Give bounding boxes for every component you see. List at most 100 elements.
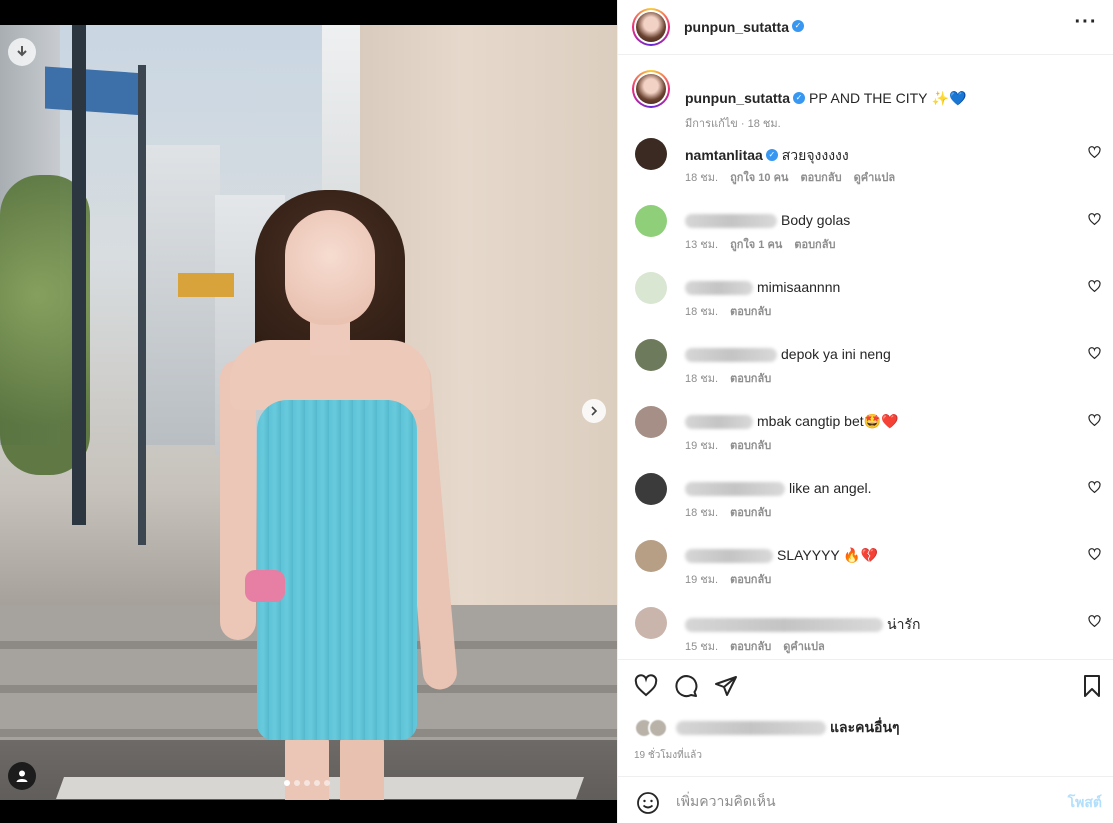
comment-text: SLAYYYY 🔥💔 (777, 547, 879, 563)
smiley-icon[interactable] (636, 791, 660, 815)
comment-item: depok ya ini neng 18 ชม. ตอบกลับ (632, 339, 1102, 395)
download-arrow-icon[interactable] (8, 38, 36, 66)
comment-item: SLAYYYY 🔥💔 19 ชม. ตอบกลับ (632, 540, 1102, 596)
comment-item: mbak cangtip bet🤩❤️ 19 ชม. ตอบกลับ (632, 406, 1102, 462)
caption-text: PP AND THE CITY (809, 90, 928, 106)
see-translation-button[interactable]: ดูคำแปล (854, 168, 896, 186)
reply-button[interactable]: ตอบกลับ (794, 235, 835, 253)
blurred-username[interactable] (685, 281, 753, 296)
subject-leg (285, 730, 329, 800)
avatar[interactable] (632, 70, 670, 108)
comment-text: depok ya ini neng (781, 346, 891, 362)
comments-list[interactable]: punpun_sutatta ✓ PP AND THE CITY ✨💙 มีการแก… (618, 56, 1113, 658)
comment-time[interactable]: 18 ชม. (685, 168, 718, 186)
subject-leg (340, 730, 384, 800)
comment-text: Body golas (781, 212, 851, 228)
comment-body: depok ya ini neng (685, 346, 891, 363)
comment-username[interactable]: namtanlitaa (685, 147, 763, 163)
comment-input[interactable] (676, 789, 1046, 813)
street-sign (45, 66, 145, 116)
avatar[interactable] (635, 473, 667, 505)
carousel-dot-active (284, 780, 290, 786)
blurred-username[interactable] (685, 214, 777, 229)
user-tag-icon[interactable] (8, 762, 36, 790)
blurred-username[interactable] (685, 415, 753, 430)
comment-like-count[interactable]: ถูกใจ 10 คน (730, 168, 788, 186)
comment-item: Body golas 13 ชม. ถูกใจ 1 คน ตอบกลับ (632, 205, 1102, 261)
post-media-image[interactable] (0, 25, 617, 800)
avatar[interactable] (635, 339, 667, 371)
avatar[interactable] (635, 540, 667, 572)
verified-badge-icon: ✓ (765, 149, 778, 162)
comment-text: น่ารัก (887, 616, 921, 632)
avatar[interactable] (632, 8, 670, 46)
reply-button[interactable]: ตอบกลับ (730, 436, 771, 454)
paper-plane-icon[interactable] (714, 674, 740, 700)
avatar[interactable] (635, 406, 667, 438)
post-caption: punpun_sutatta ✓ PP AND THE CITY ✨💙 มีการแก… (632, 70, 1102, 130)
comment-time[interactable]: 15 ชม. (685, 637, 718, 655)
blurred-liker-name (676, 721, 826, 735)
comment-time[interactable]: 18 ชม. (685, 369, 718, 387)
likes-suffix: และคนอื่นๆ (830, 719, 900, 735)
reply-button[interactable]: ตอบกลับ (730, 369, 771, 387)
caption-username[interactable]: punpun_sutatta (685, 90, 790, 106)
blurred-username[interactable] (685, 348, 777, 363)
avatar[interactable] (635, 205, 667, 237)
carousel-dots (284, 780, 330, 786)
reply-button[interactable]: ตอบกลับ (730, 302, 771, 320)
header-username[interactable]: punpun_sutatta (684, 19, 789, 35)
reply-button[interactable]: ตอบกลับ (730, 503, 771, 521)
comment-time[interactable]: 18 ชม. (685, 302, 718, 320)
comment-body: mbak cangtip bet🤩❤️ (685, 413, 898, 430)
comment-meta: 18 ชม. ตอบกลับ (685, 302, 771, 320)
carousel-dot (314, 780, 320, 786)
verified-badge-icon: ✓ (792, 20, 804, 32)
heart-outline-icon[interactable] (1088, 347, 1102, 361)
heart-outline-icon[interactable] (1088, 481, 1102, 495)
post-modal: punpun_sutatta ✓ ··· punpun_sutatta ✓ PP A… (0, 0, 1113, 823)
reply-button[interactable]: ตอบกลับ (730, 637, 771, 655)
more-horizontal-icon[interactable]: ··· (1072, 12, 1100, 38)
comment-time[interactable]: 19 ชม. (685, 436, 718, 454)
heart-outline-icon[interactable] (1088, 615, 1102, 629)
chevron-right-icon[interactable] (582, 399, 606, 423)
comment-like-count[interactable]: ถูกใจ 1 คน (730, 235, 782, 253)
comment-meta: 15 ชม. ตอบกลับ ดูคำแปล (685, 637, 825, 655)
blurred-username[interactable] (685, 618, 883, 633)
avatar[interactable] (635, 272, 667, 304)
see-translation-button[interactable]: ดูคำแปล (783, 637, 825, 655)
heart-outline-icon[interactable] (1088, 146, 1102, 160)
comment-body: mimisaannnn (685, 279, 840, 296)
comment-body: น่ารัก (685, 614, 920, 636)
avatar[interactable] (635, 138, 667, 170)
comment-body: SLAYYYY 🔥💔 (685, 547, 878, 564)
comment-meta: 18 ชม. ตอบกลับ (685, 503, 771, 521)
blurred-username[interactable] (685, 549, 773, 564)
comment-time[interactable]: 19 ชม. (685, 570, 718, 588)
heart-outline-icon[interactable] (1088, 414, 1102, 428)
post-header: punpun_sutatta ✓ ··· (618, 0, 1113, 55)
comment-meta: 19 ชม. ตอบกลับ (685, 436, 771, 454)
reply-button[interactable]: ตอบกลับ (730, 570, 771, 588)
caption-emoji: ✨💙 (931, 90, 967, 106)
post-comment-button[interactable]: โพสต์ (1068, 792, 1102, 814)
post-timestamp[interactable]: 19 ชั่วโมงที่แล้ว (634, 748, 702, 763)
comment-text: like an angel. (789, 480, 872, 496)
carousel-dot (324, 780, 330, 786)
comment-text: mbak cangtip bet🤩❤️ (757, 413, 899, 429)
reply-button[interactable]: ตอบกลับ (800, 168, 841, 186)
heart-outline-icon[interactable] (1088, 280, 1102, 294)
comment-bubble-icon[interactable] (674, 674, 700, 700)
heart-outline-icon[interactable] (1088, 213, 1102, 227)
likes-summary[interactable]: และคนอื่นๆ (634, 717, 900, 739)
comment-time[interactable]: 13 ชม. (685, 235, 718, 253)
bookmark-icon[interactable] (1080, 674, 1106, 700)
comment-time[interactable]: 18 ชม. (685, 503, 718, 521)
comment-meta: 18 ชม. ตอบกลับ (685, 369, 771, 387)
heart-outline-icon[interactable] (1088, 548, 1102, 562)
blurred-username[interactable] (685, 482, 785, 497)
avatar (648, 718, 668, 738)
avatar[interactable] (635, 607, 667, 639)
heart-outline-icon[interactable] (634, 674, 660, 700)
